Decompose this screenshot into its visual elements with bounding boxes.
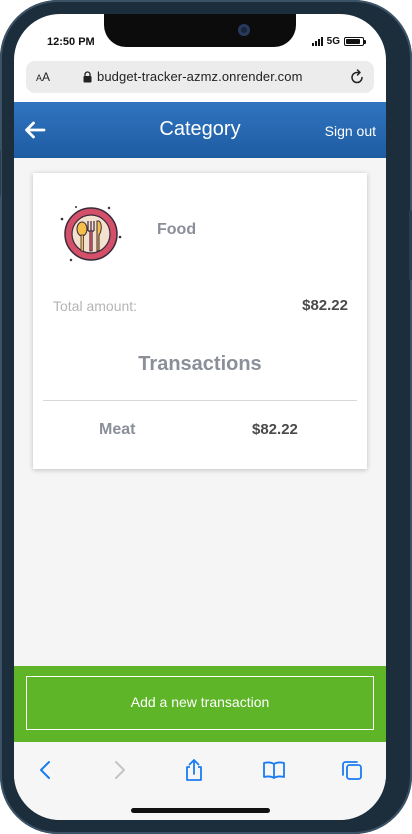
network-label: 5G bbox=[326, 36, 340, 47]
category-card: Food Total amount: $82.22 Transactions M… bbox=[33, 173, 367, 469]
total-amount-label: Total amount: bbox=[53, 298, 138, 314]
add-transaction-bar: Add a new transaction bbox=[14, 666, 386, 742]
forward-icon[interactable] bbox=[107, 758, 131, 782]
transactions-heading: Transactions bbox=[138, 353, 262, 375]
food-plate-icon bbox=[60, 206, 122, 262]
app-header: Category Sign out bbox=[14, 102, 386, 158]
transaction-name: Meat bbox=[99, 421, 136, 438]
browser-toolbar bbox=[14, 742, 386, 820]
lock-icon bbox=[83, 71, 92, 83]
transaction-row[interactable]: Meat $82.22 bbox=[33, 421, 367, 441]
share-icon[interactable] bbox=[182, 758, 206, 782]
add-transaction-button[interactable]: Add a new transaction bbox=[26, 676, 374, 730]
notch bbox=[104, 14, 296, 47]
category-name: Food bbox=[157, 221, 197, 238]
bookmarks-icon[interactable] bbox=[262, 758, 286, 782]
main-content: Food Total amount: $82.22 Transactions M… bbox=[14, 158, 386, 666]
url-text[interactable]: budget-tracker-azmz.onrender.com bbox=[97, 69, 303, 84]
text-size-button[interactable]: AA bbox=[36, 70, 50, 84]
tabs-icon[interactable] bbox=[340, 758, 364, 782]
reload-icon[interactable] bbox=[348, 68, 366, 86]
battery-icon bbox=[344, 37, 366, 46]
screen: 12:50 PM 5G AA budget-tracker-azmz.onren… bbox=[14, 14, 386, 820]
volume-button bbox=[0, 150, 1, 196]
signal-icon bbox=[311, 37, 323, 46]
status-time: 12:50 PM bbox=[47, 36, 95, 48]
status-indicators: 5G bbox=[311, 36, 366, 47]
transaction-amount: $82.22 bbox=[252, 421, 298, 438]
sign-out-link[interactable]: Sign out bbox=[325, 123, 376, 139]
phone-frame: 12:50 PM 5G AA budget-tracker-azmz.onren… bbox=[0, 0, 412, 834]
divider bbox=[43, 400, 357, 401]
camera-icon bbox=[238, 24, 250, 36]
total-amount-value: $82.22 bbox=[302, 297, 348, 314]
back-icon[interactable] bbox=[34, 758, 58, 782]
home-indicator bbox=[131, 808, 270, 813]
address-bar[interactable]: AA budget-tracker-azmz.onrender.com bbox=[26, 61, 374, 93]
